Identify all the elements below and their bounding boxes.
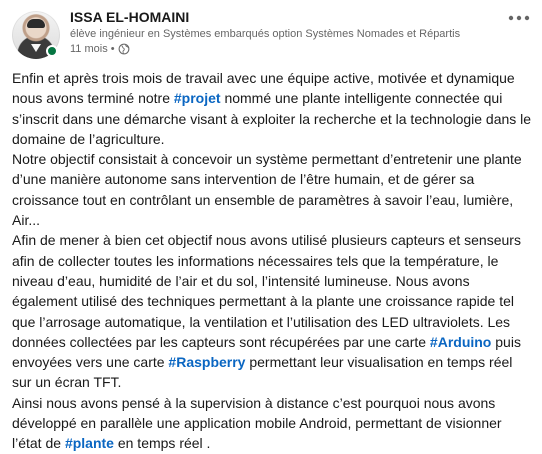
more-options-button[interactable]	[506, 10, 532, 26]
author-headline: élève ingénieur en Systèmes embarqués op…	[70, 28, 461, 40]
post-paragraph: Notre objectif consistait à concevoir un…	[12, 149, 532, 230]
post-text: Notre objectif consistait à concevoir un…	[12, 151, 522, 229]
globe-icon	[118, 43, 129, 55]
avatar-collar	[31, 44, 41, 52]
author-name[interactable]: ISSA EL-HOMAINI	[70, 9, 189, 25]
post-time: 11 mois	[70, 43, 108, 55]
post-paragraph: Ainsi nous avons pensé à la supervision …	[12, 393, 532, 454]
online-status-icon	[46, 45, 58, 57]
post-header: ISSA EL-HOMAINI élève ingénieur en Systè…	[0, 0, 542, 64]
avatar-hair	[27, 19, 45, 28]
post-text: Afin de mener à bien cet objectif nous a…	[12, 232, 521, 350]
post-text: en temps réel .	[113, 435, 211, 452]
hashtag-link[interactable]: #Arduino	[430, 334, 491, 350]
post-body: Enfin et après trois mois de travail ave…	[12, 68, 532, 454]
hashtag-link[interactable]: #projet	[174, 90, 221, 106]
meta-separator: •	[110, 43, 115, 55]
hashtag-link[interactable]: #Raspberry	[168, 354, 245, 370]
post-paragraph: Enfin et après trois mois de travail ave…	[12, 68, 532, 149]
post-meta: 11 mois •	[70, 43, 130, 55]
hashtag-link[interactable]: #plante	[65, 435, 114, 451]
more-horizontal-icon	[508, 15, 530, 21]
post-paragraph: Afin de mener à bien cet objectif nous a…	[12, 230, 532, 392]
